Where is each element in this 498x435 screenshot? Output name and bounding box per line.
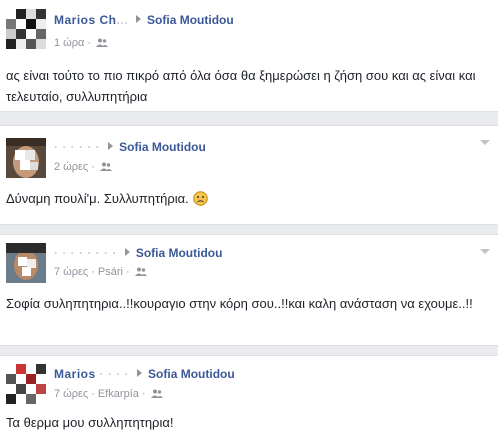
timestamp-link[interactable]: 7 ώρες (54, 388, 88, 400)
post-text: ας είναι τούτο το πιο πικρό από όλα όσα … (6, 68, 476, 104)
post-meta: 7 ώρες · Efkarpía · (54, 388, 163, 400)
target-profile-link[interactable]: Sofia Moutidou (136, 246, 223, 260)
author-name-blurred: · · · · · · (54, 140, 101, 154)
avatar-image (6, 364, 46, 404)
arrow-right-icon (124, 248, 130, 256)
post-card: · · · · · · Sofia Moutidou 2 ώρες · Δύναμη… (0, 125, 498, 225)
post-text: Σοφία συληπητηρια..!!κουραγιο στην κόρη … (6, 296, 473, 311)
avatar[interactable] (6, 243, 46, 283)
target-profile-link[interactable]: Sofia Moutidou (148, 367, 235, 381)
author-link[interactable]: · · · · · · · · (54, 246, 117, 260)
post-meta: 2 ώρες · (54, 161, 112, 173)
avatar-image (6, 243, 46, 283)
post-text-row: Δύναμη πουλί'μ. Συλλυπητήρια. (6, 188, 488, 209)
author-name[interactable]: Marios Ch (54, 13, 117, 27)
post-text: Τα θερμα μου συλληπητηρια! (6, 415, 174, 430)
frown-smiley-icon (192, 191, 208, 206)
friends-icon (99, 162, 112, 171)
author-link[interactable]: Marios · · · · (54, 367, 129, 381)
friends-icon (96, 38, 109, 47)
avatar-image (6, 138, 46, 178)
author-name-blurred: · · · · (99, 367, 130, 381)
post-header: · · · · · · · · Sofia Moutidou (54, 246, 222, 260)
author-link[interactable]: Marios Ch... (54, 13, 128, 27)
author-name-blurred: ... (116, 13, 129, 27)
author-name-blurred: · · · · · · · · (54, 246, 117, 260)
timestamp-link[interactable]: 7 ώρες (54, 266, 88, 278)
timestamp-link[interactable]: 1 ώρα (54, 37, 84, 49)
chevron-down-icon[interactable] (480, 249, 490, 254)
post-card: Marios · · · · Sofia Moutidou 7 ώρες · Efka… (0, 355, 498, 435)
arrow-right-icon (108, 142, 114, 150)
friends-icon (134, 267, 147, 276)
author-link[interactable]: · · · · · · (54, 140, 100, 154)
post-meta: 1 ώρα · (54, 37, 109, 49)
post-meta: 7 ώρες · Psári · (54, 266, 147, 278)
timestamp-link[interactable]: 2 ώρες (54, 161, 88, 173)
friends-icon (150, 389, 163, 398)
post-header: Marios Ch... Sofia Moutidou (54, 13, 234, 27)
arrow-right-icon (136, 15, 142, 23)
location-link[interactable]: Efkarpía (98, 388, 139, 400)
post-text: Δύναμη πουλί'μ. Συλλυπητήρια. (6, 191, 189, 206)
post-header: Marios · · · · Sofia Moutidou (54, 367, 235, 381)
location-link[interactable]: Psári (98, 266, 123, 278)
target-profile-link[interactable]: Sofia Moutidou (119, 140, 206, 154)
post-card: · · · · · · · · Sofia Moutidou 7 ώρες · Psá… (0, 234, 498, 346)
target-profile-link[interactable]: Sofia Moutidou (147, 13, 234, 27)
avatar[interactable] (6, 9, 46, 49)
author-name[interactable]: Marios (54, 367, 96, 381)
post-header: · · · · · · Sofia Moutidou (54, 140, 206, 154)
chevron-down-icon[interactable] (480, 140, 490, 145)
avatar[interactable] (6, 364, 46, 404)
arrow-right-icon (137, 369, 143, 377)
avatar-image (6, 9, 46, 49)
avatar[interactable] (6, 138, 46, 178)
post-card: Marios Ch... Sofia Moutidou 1 ώρα · ας είν… (0, 0, 498, 112)
